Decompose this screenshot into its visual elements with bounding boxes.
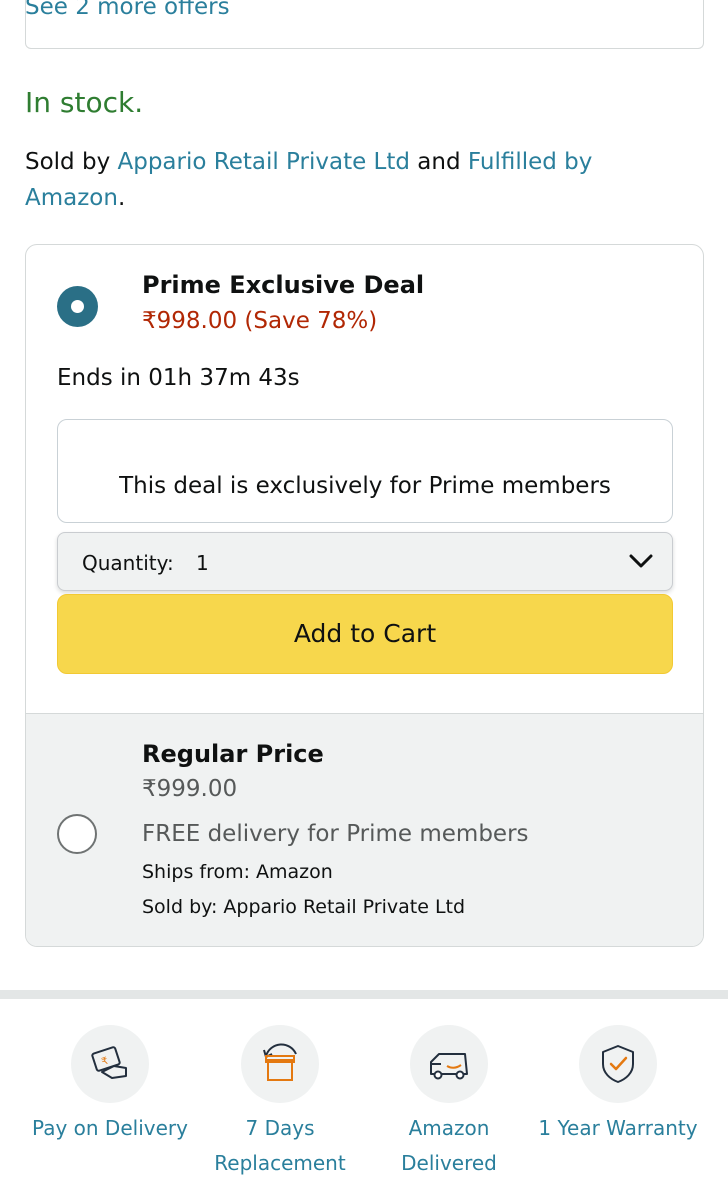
ships-from: Ships from: Amazon	[142, 861, 333, 883]
prime-exclusive-text: This deal is exclusively for Prime membe…	[119, 473, 611, 499]
feature-pay-on-delivery[interactable]: ₹ Pay on Delivery	[25, 1025, 195, 1146]
chevron-down-icon	[629, 554, 653, 568]
regular-delivery-note: FREE delivery for Prime members	[142, 821, 529, 847]
feature-label: 7 Days Replacement	[214, 1116, 346, 1175]
regular-sold-by: Sold by: Appario Retail Private Ltd	[142, 896, 466, 918]
feature-replacement[interactable]: 7 Days Replacement	[195, 1025, 365, 1181]
regular-price-value: ₹999.00	[142, 776, 238, 802]
feature-label: 1 Year Warranty	[538, 1116, 698, 1140]
quantity-value: 1	[196, 551, 209, 575]
deal-radio[interactable]	[57, 286, 98, 327]
period: .	[117, 185, 126, 211]
radio-dot	[71, 300, 84, 313]
feature-icon-circle	[410, 1025, 488, 1103]
deal-title: Prime Exclusive Deal	[142, 271, 425, 299]
add-to-cart-label: Add to Cart	[293, 619, 437, 648]
quantity-label: Quantity:	[82, 551, 174, 575]
regular-price-title: Regular Price	[142, 740, 324, 768]
cash-payment-icon: ₹	[91, 1046, 127, 1079]
prime-exclusive-notice: This deal is exclusively for Prime membe…	[57, 419, 673, 523]
deal-countdown: Ends in 01h 37m 43s	[57, 365, 300, 391]
buy-options-card: Prime Exclusive Deal ₹998.00 (Save 78%) …	[25, 244, 704, 947]
feature-icon-circle	[241, 1025, 319, 1103]
svg-text:₹: ₹	[100, 1056, 109, 1068]
feature-icon-circle: ₹	[71, 1025, 149, 1103]
feature-amazon-delivered[interactable]: Amazon Delivered	[364, 1025, 534, 1181]
regular-price-option[interactable]: Regular Price ₹999.00 FREE delivery for …	[26, 713, 703, 946]
see-more-offers-link[interactable]: See 2 more offers	[25, 0, 230, 20]
feature-warranty[interactable]: 1 Year Warranty	[533, 1025, 703, 1146]
replacement-box-icon	[263, 1043, 297, 1081]
quantity-dropdown[interactable]: Quantity: 1	[57, 532, 673, 591]
feature-label: Pay on Delivery	[32, 1116, 188, 1140]
regular-price-radio[interactable]	[57, 814, 97, 854]
delivery-truck-icon	[430, 1053, 468, 1080]
seller-info: Sold by Appario Retail Private Ltd and F…	[25, 144, 685, 216]
add-to-cart-button[interactable]: Add to Cart	[57, 594, 673, 674]
warranty-shield-icon	[602, 1045, 634, 1083]
section-divider	[0, 990, 728, 999]
deal-price: ₹998.00 (Save 78%)	[142, 308, 378, 334]
feature-label: Amazon Delivered	[401, 1116, 497, 1175]
seller-link[interactable]: Appario Retail Private Ltd	[118, 149, 411, 175]
stock-status: In stock.	[25, 86, 144, 119]
and-text: and	[410, 149, 468, 175]
feature-icon-circle	[579, 1025, 657, 1103]
sold-by-prefix: Sold by	[25, 149, 118, 175]
